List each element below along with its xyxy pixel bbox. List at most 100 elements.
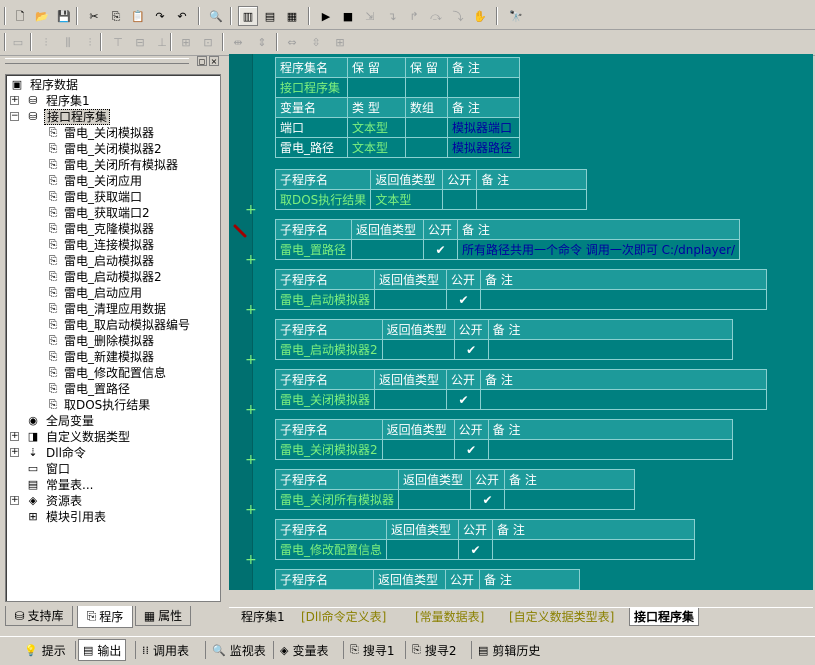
column-header[interactable]: 子程序名 — [274, 519, 388, 540]
panel-restore-icon[interactable]: ◻ — [197, 56, 207, 66]
column-header[interactable]: 公开 — [453, 419, 489, 440]
bottom-tab-search1[interactable]: ⎘ 搜寻1 — [346, 639, 398, 661]
tree-node[interactable]: ⎘ 雷电_获取端口2 — [6, 205, 220, 221]
column-header[interactable]: 备 注 — [479, 569, 580, 590]
v-space-button[interactable]: ⇕ — [252, 32, 272, 52]
hand-button[interactable]: ✋ — [470, 6, 490, 26]
tree-node[interactable]: + ◈ 资源表 — [6, 493, 220, 509]
paste-button[interactable]: 📋 — [128, 6, 148, 26]
column-header[interactable]: 子程序名 — [274, 169, 372, 190]
expand-subroutine-icon[interactable]: + — [245, 453, 257, 467]
public-check-cell[interactable]: ✔ — [446, 289, 482, 310]
column-header[interactable]: 返回值类型 — [398, 469, 472, 490]
same-width-button[interactable]: ⊞ — [176, 32, 196, 52]
subroutine-note-cell[interactable] — [492, 539, 696, 560]
subroutine-name-cell[interactable] — [275, 589, 374, 590]
file-tab[interactable]: [自定义数据类型表] — [505, 608, 618, 626]
column-header[interactable]: 保 留 — [347, 57, 406, 78]
column-header[interactable]: 返回值类型 — [381, 419, 455, 440]
tree-node[interactable]: + ◨ 自定义数据类型 — [6, 429, 220, 445]
column-header[interactable]: 子程序名 — [274, 369, 376, 390]
subroutine-note-cell[interactable] — [480, 389, 768, 410]
subroutine-name-cell[interactable]: 雷电_启动模拟器2 — [275, 339, 383, 360]
expand-icon[interactable]: + — [10, 496, 19, 505]
file-tab[interactable]: [Dll命令定义表] — [297, 608, 390, 626]
copy-button[interactable]: ⎘ — [106, 6, 126, 26]
public-check-cell[interactable]: ✔ — [453, 339, 489, 360]
tree-node[interactable]: ⎘ 雷电_克隆模拟器 — [6, 221, 220, 237]
table-cell[interactable] — [347, 77, 406, 98]
step-over-button[interactable]: ↴ — [382, 6, 402, 26]
bottom-tab-search2[interactable]: ⎘ 搜寻2 — [408, 639, 460, 661]
column-header[interactable]: 公开 — [423, 219, 458, 240]
table-cell[interactable] — [447, 77, 520, 98]
inspect-button[interactable]: 🔭 — [506, 6, 526, 26]
center-h-button[interactable]: ⇔ — [282, 32, 302, 52]
file-tab[interactable]: 程序集1 — [237, 608, 289, 626]
bottom-tab-watch[interactable]: 🔍 监视表 — [208, 639, 270, 661]
tree-node[interactable]: ⎘ 雷电_置路径 — [6, 381, 220, 397]
form-button[interactable]: ▭ — [8, 32, 28, 52]
expand-subroutine-icon[interactable]: + — [245, 303, 257, 317]
subroutine-name-cell[interactable]: 雷电_置路径 — [275, 239, 352, 260]
column-header[interactable]: 公开 — [453, 319, 489, 340]
expand-subroutine-icon[interactable]: + — [245, 203, 257, 217]
file-tab[interactable]: 接口程序集 — [629, 608, 700, 626]
tree-node[interactable]: ⎘ 雷电_启动模拟器2 — [6, 269, 220, 285]
public-check-cell[interactable] — [442, 189, 478, 210]
return-type-cell[interactable] — [374, 389, 448, 410]
new-file-button[interactable]: 🗋 — [10, 6, 30, 26]
column-header[interactable]: 子程序名 — [275, 419, 383, 440]
column-header[interactable]: 备 注 — [476, 169, 588, 190]
tree-node[interactable]: ⎘ 雷电_连接模拟器 — [6, 237, 220, 253]
column-header[interactable]: 公开 — [470, 469, 506, 490]
subroutine-note-cell[interactable] — [504, 489, 636, 510]
file-tab[interactable]: [常量数据表] — [411, 608, 488, 626]
column-header[interactable]: 公开 — [442, 169, 478, 190]
column-header[interactable]: 返回值类型 — [373, 569, 446, 590]
column-header[interactable]: 变量名 — [275, 97, 348, 118]
expand-subroutine-icon[interactable]: + — [245, 353, 257, 367]
tree-node[interactable]: + ⇣ Dll命令 — [6, 445, 220, 461]
column-header[interactable]: 备 注 — [487, 319, 733, 340]
cut-button[interactable]: ✂ — [84, 6, 104, 26]
subroutine-name-cell[interactable]: 雷电_关闭模拟器 — [274, 389, 376, 410]
column-header[interactable]: 子程序名 — [274, 469, 400, 490]
variable-type-cell[interactable]: 文本型 — [347, 117, 406, 138]
align-left-button[interactable]: ⫶ — [36, 32, 56, 52]
column-header[interactable]: 返回值类型 — [370, 169, 444, 190]
subroutine-name-cell[interactable]: 取DOS执行结果 — [274, 189, 372, 210]
column-header[interactable]: 备 注 — [487, 419, 733, 440]
return-type-cell[interactable] — [351, 239, 424, 260]
grid-button[interactable]: ⊞ — [330, 32, 350, 52]
code-editor[interactable]: 程序集名保 留保 留备 注接口程序集 变量名类 型数组备 注端口 文本型 模拟器端口雷… — [229, 54, 813, 590]
column-header[interactable]: 备 注 — [456, 219, 741, 240]
panel-grip[interactable] — [5, 58, 189, 64]
column-header[interactable]: 备 注 — [504, 469, 636, 490]
bottom-tab-callstack[interactable]: ⁞⁞ 调用表 — [138, 639, 193, 661]
expand-subroutine-icon[interactable]: + — [245, 253, 257, 267]
run-to-cursor-button[interactable]: ⤼ — [426, 6, 446, 26]
return-type-cell[interactable] — [381, 439, 455, 460]
return-type-cell[interactable] — [374, 289, 448, 310]
column-header[interactable]: 程序集名 — [275, 57, 348, 78]
align-right-button[interactable]: ⫶ — [80, 32, 100, 52]
column-header[interactable]: 备 注 — [480, 369, 768, 390]
column-header[interactable]: 返回值类型 — [374, 269, 448, 290]
tree-node[interactable]: ◉ 全局变量 — [6, 413, 220, 429]
bottom-tab-tip[interactable]: 💡 提示 — [20, 639, 70, 661]
expand-icon[interactable]: + — [10, 96, 19, 105]
tree-node[interactable]: ⎘ 取DOS执行结果 — [6, 397, 220, 413]
h-space-button[interactable]: ⇹ — [228, 32, 248, 52]
public-check-cell[interactable] — [445, 589, 480, 590]
tree-node[interactable]: ⊞ 模块引用表 — [6, 509, 220, 525]
open-folder-button[interactable]: 📂 — [32, 6, 52, 26]
center-v-button[interactable]: ⇳ — [306, 32, 326, 52]
variable-note-cell[interactable]: 模拟器路径 — [447, 137, 520, 158]
tree-node[interactable]: ⎘ 雷电_关闭模拟器 — [6, 125, 220, 141]
subroutine-name-cell[interactable]: 雷电_关闭模拟器2 — [275, 439, 383, 460]
align-top-button[interactable]: ⊤ — [108, 32, 128, 52]
bottom-tab-clip-history[interactable]: ▤ 剪辑历史 — [474, 639, 544, 661]
panel-tab-program[interactable]: ⎘ 程序 — [77, 606, 133, 628]
column-header[interactable]: 备 注 — [492, 519, 696, 540]
